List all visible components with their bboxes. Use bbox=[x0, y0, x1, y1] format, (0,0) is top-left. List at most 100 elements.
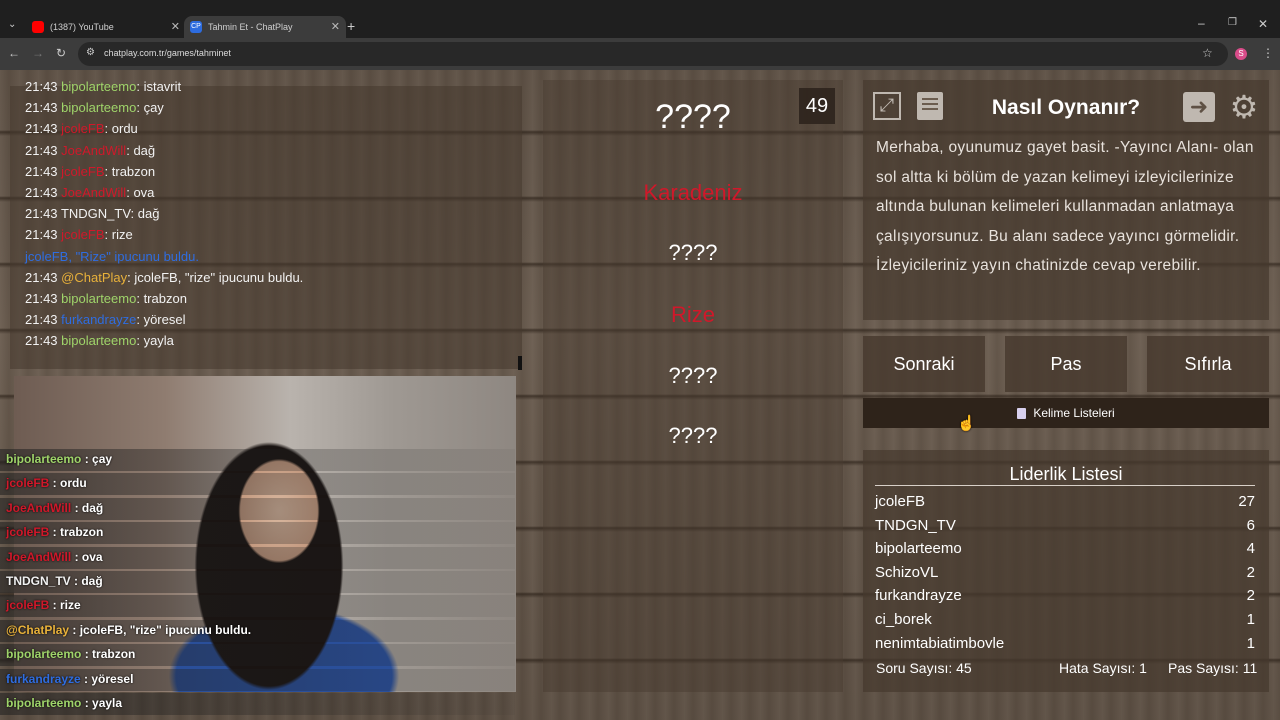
reload-icon[interactable]: ↻ bbox=[56, 46, 66, 60]
overlay-chat-line: @ChatPlay : jcoleFB, "rize" ipucunu buld… bbox=[6, 623, 251, 637]
pass-button[interactable]: Pas bbox=[1005, 336, 1127, 392]
site-info-icon[interactable]: ⚙ bbox=[86, 47, 95, 58]
overlay-chat-username: bipolarteemo bbox=[6, 452, 82, 466]
profile-avatar[interactable]: S bbox=[1235, 48, 1247, 60]
menu-kebab-icon[interactable]: ⋮ bbox=[1262, 46, 1274, 60]
chat-username[interactable]: jcoleFB bbox=[61, 121, 104, 136]
browser-tab-bar: ⌄ (1387) YouTube ✕ CP Tahmin Et - ChatPl… bbox=[0, 0, 1280, 38]
overlay-chat-username: bipolarteemo bbox=[6, 647, 82, 662]
word-panel: 49 ???? Karadeniz???? Rize???????? bbox=[543, 80, 843, 692]
chat-time: 21:43 bbox=[25, 291, 58, 306]
overlay-chat-username: jcoleFB bbox=[6, 525, 50, 540]
chat-separator: : bbox=[136, 333, 144, 349]
overlay-chat-username: jcoleFB bbox=[6, 476, 50, 491]
chat-username[interactable]: jcoleFB, "Rize" ipucunu buldu. bbox=[25, 249, 199, 264]
leaderboard-score: 1 bbox=[1246, 634, 1255, 648]
leaderboard-panel: Liderlik Listesi jcoleFB 27 TNDGN_TV 6 bipol… bbox=[863, 450, 1269, 692]
tab-search-icon[interactable]: ⌄ bbox=[8, 19, 16, 30]
chat-message: dağ bbox=[133, 142, 156, 158]
chat-username[interactable]: jcoleFB bbox=[61, 227, 104, 242]
overlay-chat-message: : çay bbox=[81, 452, 113, 466]
exit-button[interactable]: ➜ bbox=[1183, 92, 1215, 122]
overlay-chat-username: JoeAndWill bbox=[6, 549, 72, 564]
chat-username[interactable]: bipolarteemo bbox=[61, 333, 136, 348]
overlay-chat-line: bipolarteemo : yayla bbox=[6, 696, 122, 710]
chat-message: ova bbox=[133, 185, 155, 200]
close-tab-icon[interactable]: ✕ bbox=[331, 20, 340, 33]
chat-time: 21:43 bbox=[25, 269, 58, 285]
leaderboard-name: furkandrayze bbox=[875, 587, 962, 605]
chat-username[interactable]: bipolarteemo bbox=[61, 100, 136, 115]
chat-line: 21:43 JoeAndWill: ova bbox=[25, 185, 154, 200]
overlay-chat-line: TNDGN_TV : dağ bbox=[6, 574, 103, 588]
settings-button[interactable]: ⚙ bbox=[1227, 90, 1261, 124]
leaderboard-score: 6 bbox=[1246, 516, 1255, 534]
leaderboard-name: ci_borek bbox=[875, 611, 932, 628]
word-lists-button[interactable]: Kelime Listeleri bbox=[863, 398, 1269, 428]
overlay-chat-message: : ordu bbox=[49, 476, 87, 491]
chat-separator: : bbox=[104, 163, 112, 179]
overlay-chat-line: furkandrayze : yöresel bbox=[6, 672, 133, 686]
overlay-chat-message: : trabzon bbox=[49, 525, 104, 540]
url-field[interactable]: ⚙ chatplay.com.tr/games/tahminet ☆ bbox=[78, 42, 1228, 66]
youtube-favicon-icon bbox=[32, 21, 44, 33]
overlay-chat-message: : yöresel bbox=[80, 671, 134, 686]
maximize-icon[interactable]: ❐ bbox=[1228, 17, 1237, 28]
overlay-chat-line: bipolarteemo : çay bbox=[6, 452, 112, 466]
chat-message: yayla bbox=[143, 333, 174, 349]
chat-time: 21:43 bbox=[25, 312, 58, 328]
back-icon[interactable]: ← bbox=[8, 46, 20, 60]
chat-scrollbar[interactable] bbox=[518, 356, 522, 370]
revealed-word: Karadeniz bbox=[643, 180, 743, 205]
overlay-chat-username: JoeAndWill bbox=[6, 500, 72, 515]
chat-separator: : bbox=[136, 312, 144, 328]
chatplay-favicon-icon: CP bbox=[190, 21, 202, 33]
hidden-word: ???? bbox=[668, 240, 718, 265]
leaderboard-score: 27 bbox=[1238, 495, 1255, 510]
chat-message: ordu bbox=[111, 121, 138, 137]
chat-username[interactable]: JoeAndWill bbox=[61, 143, 126, 158]
chat-username[interactable]: bipolarteemo bbox=[61, 79, 136, 94]
chat-time: 21:43 bbox=[25, 185, 58, 200]
overlay-chat-line: jcoleFB : trabzon bbox=[6, 525, 103, 539]
overlay-chat-line: JoeAndWill : ova bbox=[6, 550, 103, 564]
minimize-icon[interactable]: – bbox=[1198, 16, 1205, 30]
chat-username[interactable]: bipolarteemo bbox=[61, 291, 136, 306]
overlay-chat-line: JoeAndWill : dağ bbox=[6, 501, 103, 515]
overlay-chat-username: @ChatPlay bbox=[6, 622, 70, 637]
chat-time: 21:43 bbox=[25, 100, 58, 116]
leaderboard-row: TNDGN_TV 6 bbox=[875, 517, 1255, 534]
leaderboard-row: bipolarteemo 4 bbox=[875, 540, 1255, 557]
overlay-chat-username: TNDGN_TV bbox=[6, 574, 71, 588]
address-bar-row: ← → ↻ ⚙ chatplay.com.tr/games/tahminet ☆… bbox=[0, 38, 1280, 70]
chat-line: jcoleFB, "Rize" ipucunu buldu. bbox=[25, 249, 199, 264]
mouse-cursor-icon: ☝ bbox=[957, 415, 976, 432]
chat-username[interactable]: JoeAndWill bbox=[61, 185, 126, 200]
close-tab-icon[interactable]: ✕ bbox=[171, 20, 180, 33]
chat-username[interactable]: TNDGN_TV bbox=[61, 206, 131, 221]
chat-separator: : bbox=[136, 79, 144, 94]
close-window-icon[interactable]: ✕ bbox=[1258, 17, 1268, 31]
tab-label: (1387) YouTube bbox=[50, 22, 114, 32]
chat-message: dağ bbox=[137, 206, 160, 222]
new-tab-icon[interactable]: + bbox=[347, 18, 355, 34]
reset-button[interactable]: Sıfırla bbox=[1147, 336, 1269, 392]
chat-line: 21:43 jcoleFB: trabzon bbox=[25, 164, 155, 179]
leaderboard-name: jcoleFB bbox=[875, 495, 926, 510]
next-button[interactable]: Sonraki bbox=[863, 336, 985, 392]
exit-icon: ➜ bbox=[1189, 94, 1209, 119]
chat-line: 21:43 JoeAndWill: dağ bbox=[25, 143, 155, 158]
leaderboard-score: 2 bbox=[1246, 587, 1255, 605]
chat-time: 21:43 bbox=[25, 227, 58, 243]
forward-icon[interactable]: → bbox=[32, 46, 44, 60]
chat-message: yöresel bbox=[143, 312, 186, 328]
tab-youtube[interactable]: (1387) YouTube ✕ bbox=[26, 16, 186, 38]
bookmark-star-icon[interactable]: ☆ bbox=[1202, 46, 1213, 60]
chat-username[interactable]: jcoleFB bbox=[61, 164, 104, 179]
overlay-chat-message: : dağ bbox=[71, 500, 104, 515]
chat-message: jcoleFB, "rize" ipucunu buldu. bbox=[134, 269, 304, 285]
chat-username[interactable]: furkandrayze bbox=[61, 312, 136, 327]
leaderboard-name: nenimtabiatimboyle bbox=[875, 634, 1005, 648]
tab-chatplay[interactable]: CP Tahmin Et - ChatPlay ✕ bbox=[184, 16, 346, 38]
chat-username[interactable]: @ChatPlay bbox=[61, 270, 127, 285]
